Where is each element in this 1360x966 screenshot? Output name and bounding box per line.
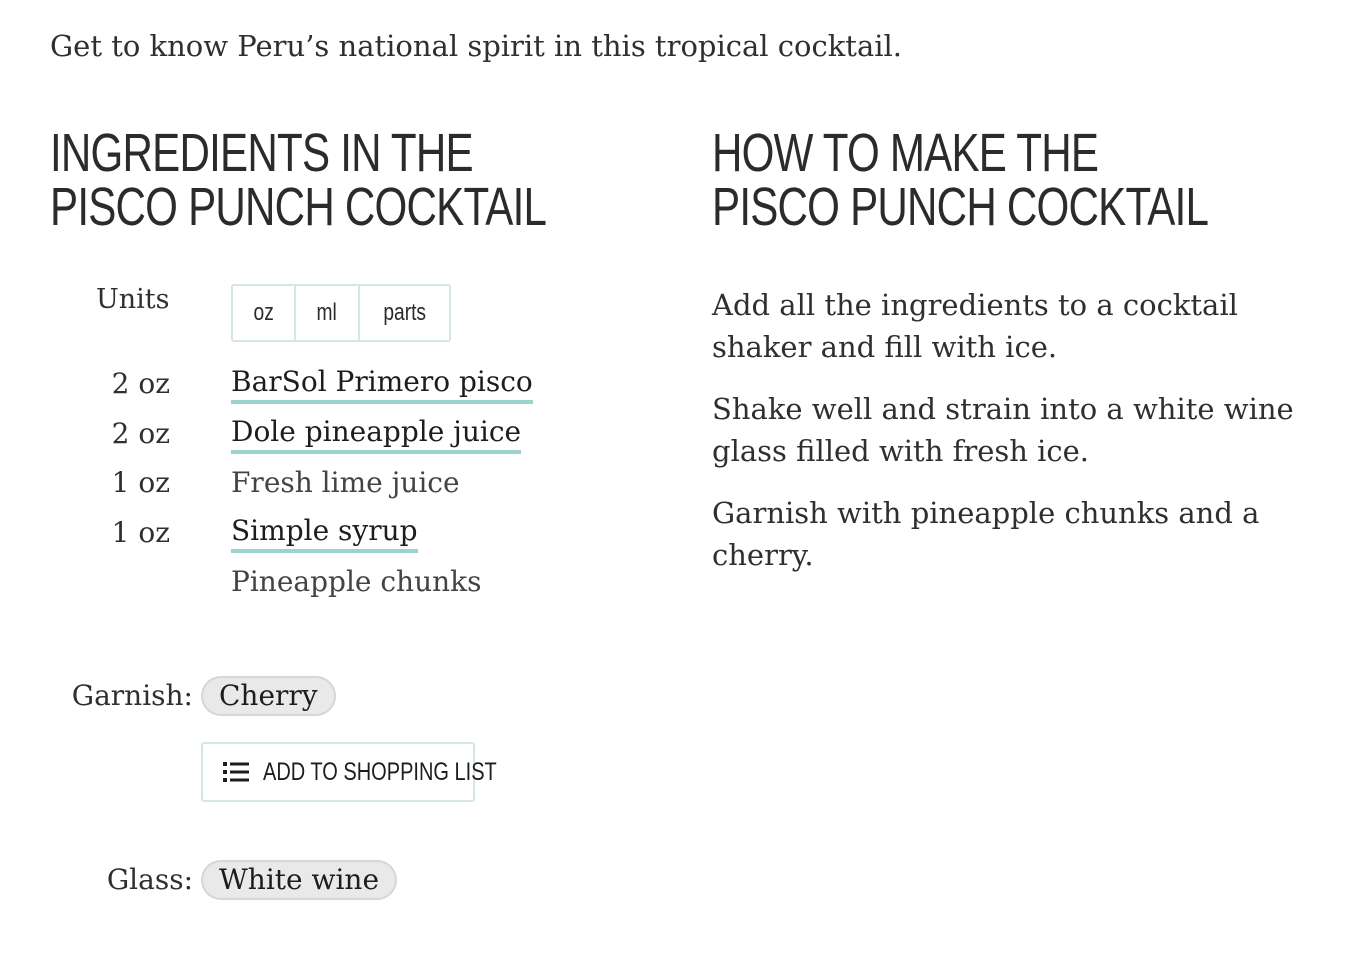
list-icon xyxy=(223,761,249,783)
ingredient-row: 2 oz BarSol Primero pisco xyxy=(0,364,660,414)
garnish-label: Garnish: xyxy=(71,679,193,712)
ingredient-list: 2 oz BarSol Primero pisco 2 oz Dole pine… xyxy=(0,364,660,612)
unit-ml-label: ml xyxy=(316,299,338,326)
ingredient-row: 1 oz Simple syrup xyxy=(0,513,660,563)
method-step: Shake well and strain into a white wine … xyxy=(712,392,1294,468)
add-to-shopping-list-button[interactable]: ADD TO SHOPPING LIST xyxy=(201,742,497,802)
ingredient-row: 2 oz Dole pineapple juice xyxy=(0,414,660,464)
ingredient-link-pineapple-juice[interactable]: Dole pineapple juice xyxy=(231,414,522,454)
glass-tag[interactable]: White wine xyxy=(201,860,398,900)
method-heading: HOW TO MAKE THE PISCO PUNCH COCKTAIL xyxy=(712,123,1209,237)
method-step: Garnish with pineapple chunks and a cher… xyxy=(712,496,1260,572)
glass-label: Glass: xyxy=(106,863,193,896)
ingredients-heading: INGREDIENTS IN THE PISCO PUNCH COCKTAIL xyxy=(50,123,547,237)
unit-parts-label: parts xyxy=(383,299,426,326)
ingredient-row: Pineapple chunks xyxy=(0,562,660,612)
units-label: Units xyxy=(96,284,170,315)
ingredient-amount: 2 oz xyxy=(111,367,170,400)
shopping-button-label: ADD TO SHOPPING LIST xyxy=(263,757,497,786)
ingredient-amount: 1 oz xyxy=(111,466,170,499)
unit-ml-button[interactable]: ml xyxy=(296,286,360,340)
ingredient-name: Fresh lime juice xyxy=(231,466,460,499)
ingredient-amount: 2 oz xyxy=(111,416,170,450)
ingredient-amount: 1 oz xyxy=(111,515,170,549)
ingredient-link-barsol-pisco[interactable]: BarSol Primero pisco xyxy=(231,364,533,404)
garnish-tag[interactable]: Cherry xyxy=(201,676,336,716)
unit-oz-button[interactable]: oz xyxy=(233,286,297,340)
ingredient-link-simple-syrup[interactable]: Simple syrup xyxy=(231,513,418,553)
ingredient-row: 1 oz Fresh lime juice xyxy=(0,463,660,513)
method-step: Add all the ingredients to a cocktail sh… xyxy=(712,288,1238,364)
unit-parts-button[interactable]: parts xyxy=(360,286,449,340)
unit-oz-label: oz xyxy=(253,299,274,326)
method-steps: Add all the ingredients to a cocktail sh… xyxy=(712,284,1312,596)
ingredient-name: Pineapple chunks xyxy=(231,565,482,598)
intro-text: Get to know Peru’s national spirit in th… xyxy=(50,29,903,63)
unit-toggle: oz ml parts xyxy=(231,284,452,342)
